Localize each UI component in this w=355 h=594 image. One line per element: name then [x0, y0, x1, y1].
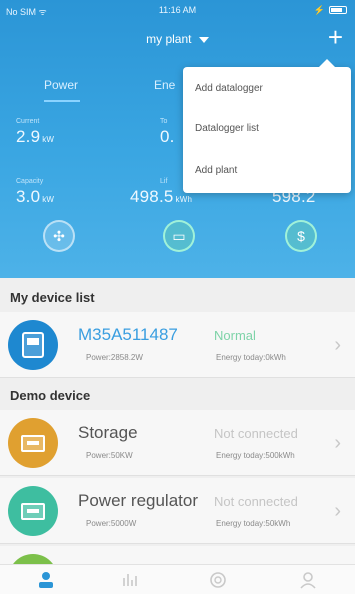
metric-current: Current 2.9 kW: [16, 118, 54, 147]
chat-icon[interactable]: ▭: [163, 220, 195, 252]
device-power: Power:5000W: [86, 519, 137, 528]
metric-today: To 0.: [160, 118, 175, 147]
device-energy: Energy today:0kWh: [216, 353, 286, 362]
chevron-right-icon: ›: [334, 334, 341, 356]
chevron-right-icon: ›: [334, 500, 341, 522]
device-name: M35A511487: [78, 325, 178, 344]
dollar-icon[interactable]: $: [285, 220, 317, 252]
inverter-icon: [8, 320, 58, 370]
battery-icon: [329, 6, 347, 14]
device-status: Not connected: [214, 494, 298, 509]
menu-item-add-datalogger[interactable]: Add datalogger: [195, 83, 263, 94]
nav-bar: my plant +: [0, 20, 355, 60]
plant-selector[interactable]: my plant: [0, 32, 355, 46]
bottom-tab-bar: [0, 564, 355, 594]
charging-indicator: ⚡: [313, 5, 325, 15]
my-device-list-title: My device list: [0, 282, 355, 312]
device-row[interactable]: Storage Power:50KW Not connected Energy …: [0, 410, 355, 476]
device-power: Power:50KW: [86, 451, 133, 460]
add-menu: Add datalogger Datalogger list Add plant: [183, 59, 351, 193]
metric-current-value: 2.9: [16, 127, 41, 146]
tab-energy[interactable]: Ene: [154, 78, 175, 92]
demo-device-title: Demo device: [0, 380, 355, 410]
device-status: Normal: [214, 328, 256, 343]
metric-capacity-unit: kW: [42, 195, 55, 204]
metric-today-label: To: [160, 118, 168, 125]
metric-current-unit: kW: [42, 135, 55, 144]
device-name: Power regulator: [78, 491, 199, 510]
device-name: Storage: [78, 423, 138, 442]
device-row[interactable]: M35A511487 Power:2858.2W Normal Energy t…: [0, 312, 355, 378]
chart-icon[interactable]: [120, 570, 140, 590]
device-row[interactable]: Power regulator Power:5000W Not connecte…: [0, 478, 355, 544]
metric-capacity: Capacity 3.0 kW: [16, 178, 54, 207]
chevron-down-icon: [198, 36, 209, 43]
metric-lifetime-unit: kWh: [175, 195, 193, 204]
device-energy: Energy today:50kWh: [216, 519, 291, 528]
service-icon[interactable]: [208, 570, 228, 590]
add-button[interactable]: +: [328, 24, 343, 50]
plant-icon[interactable]: [36, 570, 56, 590]
quick-actions: ✣ ▭ $: [0, 220, 355, 260]
chevron-right-icon: ›: [334, 432, 341, 454]
metric-capacity-label: Capacity: [16, 178, 44, 185]
device-status: Not connected: [214, 426, 298, 441]
device-power: Power:2858.2W: [86, 353, 143, 362]
menu-item-datalogger-list[interactable]: Datalogger list: [195, 123, 259, 134]
power-regulator-icon: [8, 486, 58, 536]
tab-power[interactable]: Power: [44, 78, 78, 92]
metric-lifetime-value: 498.5: [130, 187, 174, 206]
menu-item-add-plant[interactable]: Add plant: [195, 165, 237, 176]
device-energy: Energy today:500kWh: [216, 451, 295, 460]
active-tab-indicator: [44, 100, 80, 102]
plant-name: my plant: [146, 32, 192, 46]
user-icon[interactable]: [298, 570, 318, 590]
status-bar: No SIM ᯤ 11:16 AM ⚡: [0, 0, 355, 20]
metric-today-value: 0.: [160, 127, 175, 146]
clock: 11:16 AM: [158, 5, 197, 15]
fan-icon[interactable]: ✣: [43, 220, 75, 252]
storage-icon: [8, 418, 58, 468]
metric-capacity-value: 3.0: [16, 187, 41, 206]
metric-current-label: Current: [16, 118, 40, 125]
